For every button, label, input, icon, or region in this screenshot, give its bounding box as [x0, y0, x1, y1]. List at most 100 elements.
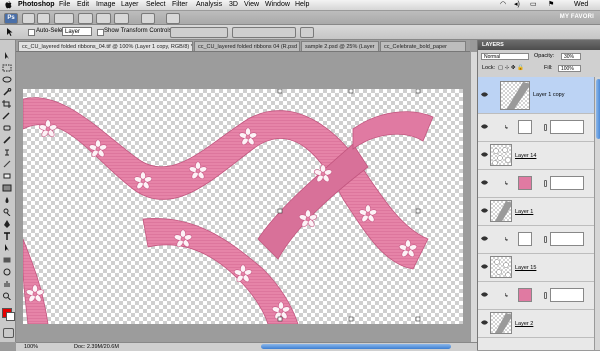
- mask-link-icon[interactable]: [544, 236, 547, 243]
- move-tool-preset-icon[interactable]: [5, 27, 15, 37]
- layer-mask-thumbnail[interactable]: [550, 120, 584, 134]
- menu-image[interactable]: Image: [96, 1, 115, 9]
- battery-icon[interactable]: ▭: [530, 1, 537, 9]
- arrange-documents-icon[interactable]: [141, 13, 155, 24]
- menu-help[interactable]: Help: [295, 1, 309, 9]
- menu-view[interactable]: View: [244, 1, 259, 9]
- menu-window[interactable]: Window: [265, 1, 290, 9]
- tab-document-4[interactable]: cc_Celebrate_bold_paper: [380, 41, 466, 51]
- zoom-tool-icon[interactable]: [2, 292, 12, 300]
- layer-mask-thumbnail[interactable]: [550, 232, 584, 246]
- layer-mask-thumbnail[interactable]: [550, 288, 584, 302]
- workspace-switcher[interactable]: MY FAVORI: [560, 14, 594, 20]
- layer-row[interactable]: ↳: [478, 282, 594, 310]
- show-transform-checkbox[interactable]: [97, 29, 104, 36]
- zoom-tool-icon[interactable]: [96, 13, 111, 24]
- pen-tool-icon[interactable]: [2, 220, 12, 228]
- rotate-view-icon[interactable]: [114, 13, 129, 24]
- layers-scroll-thumb[interactable]: [596, 79, 600, 139]
- tab-document-3[interactable]: sample 2.psd @ 25% (Layer: [301, 41, 379, 51]
- visibility-eye-icon[interactable]: [481, 92, 488, 97]
- brush-tool-icon[interactable]: [2, 136, 12, 144]
- path-selection-tool-icon[interactable]: [2, 244, 12, 252]
- layer-name[interactable]: Layer 14: [515, 153, 536, 159]
- menu-filter[interactable]: Filter: [172, 1, 188, 9]
- wifi-icon[interactable]: ◠: [500, 1, 506, 9]
- zoom-level-menu[interactable]: [54, 13, 74, 24]
- layer-row[interactable]: ↳: [478, 226, 594, 254]
- distribute-buttons[interactable]: [232, 27, 296, 38]
- lock-pixels-icon[interactable]: ▢ ⊹ ✥ 🔒: [498, 64, 524, 72]
- visibility-eye-icon[interactable]: [481, 320, 488, 325]
- eyedropper-tool-icon[interactable]: [2, 112, 12, 120]
- hand-tool-icon[interactable]: [78, 13, 93, 24]
- flag-icon[interactable]: ⚑: [548, 1, 554, 9]
- opacity-field[interactable]: 30%: [561, 53, 581, 60]
- shape-tool-icon[interactable]: [2, 256, 12, 264]
- 3d-rotate-tool-icon[interactable]: [2, 268, 12, 276]
- mask-link-icon[interactable]: [544, 124, 547, 131]
- layer-row[interactable]: ↳: [478, 114, 594, 142]
- menu-file[interactable]: File: [59, 1, 70, 9]
- menu-analysis[interactable]: Analysis: [196, 1, 222, 9]
- layer-row[interactable]: Layer 15: [478, 254, 594, 282]
- layer-name[interactable]: Layer 2: [515, 321, 533, 327]
- layer-row[interactable]: ↳: [478, 170, 594, 198]
- layers-scrollbar[interactable]: [594, 77, 600, 350]
- menu-clock[interactable]: Wed: [574, 1, 588, 9]
- layer-name[interactable]: Layer 1 copy: [533, 92, 565, 98]
- background-color-swatch[interactable]: [6, 312, 15, 321]
- crop-tool-icon[interactable]: [2, 100, 12, 108]
- layer-row[interactable]: Layer 14: [478, 142, 594, 170]
- screen-mode-icon[interactable]: [166, 13, 180, 24]
- layer-name[interactable]: Layer 15: [515, 265, 536, 271]
- align-buttons[interactable]: [170, 27, 228, 38]
- clone-stamp-tool-icon[interactable]: [2, 148, 12, 156]
- eraser-tool-icon[interactable]: [2, 172, 12, 180]
- healing-brush-tool-icon[interactable]: [2, 124, 12, 132]
- dodge-tool-icon[interactable]: [2, 208, 12, 216]
- type-tool-icon[interactable]: [2, 232, 12, 240]
- blur-tool-icon[interactable]: [2, 196, 12, 204]
- marquee-tool-icon[interactable]: [2, 64, 12, 72]
- layer-mask-thumbnail[interactable]: [550, 176, 584, 190]
- bridge-icon[interactable]: [22, 13, 35, 24]
- layers-panel-title[interactable]: LAYERS: [482, 41, 504, 49]
- lasso-tool-icon[interactable]: [2, 76, 12, 84]
- mask-link-icon[interactable]: [544, 292, 547, 299]
- menu-layer[interactable]: Layer: [121, 1, 139, 9]
- auto-select-dropdown[interactable]: Layer: [62, 27, 92, 36]
- hand-tool-icon[interactable]: [2, 280, 12, 288]
- tab-document-active[interactable]: cc_CU_layered folded ribbons_04.tif @ 10…: [18, 41, 193, 51]
- visibility-eye-icon[interactable]: [481, 180, 488, 185]
- history-brush-tool-icon[interactable]: [2, 160, 12, 168]
- visibility-eye-icon[interactable]: [481, 264, 488, 269]
- canvas-horizontal-scrollbar[interactable]: [261, 344, 451, 349]
- quick-mask-icon[interactable]: [3, 328, 14, 338]
- ps-logo-icon[interactable]: Ps: [4, 13, 18, 24]
- apple-icon[interactable]: [5, 1, 12, 9]
- visibility-eye-icon[interactable]: [481, 208, 488, 213]
- volume-icon[interactable]: ◂): [514, 1, 520, 9]
- menu-3d[interactable]: 3D: [229, 1, 238, 9]
- layer-row[interactable]: Layer 2: [478, 310, 594, 338]
- menu-edit[interactable]: Edit: [77, 1, 89, 9]
- visibility-eye-icon[interactable]: [481, 124, 488, 129]
- visibility-eye-icon[interactable]: [481, 152, 488, 157]
- tab-document-2[interactable]: cc_CU_layered folded ribbons 04 (R.psd: [194, 41, 300, 51]
- blend-mode-dropdown[interactable]: Normal: [481, 53, 529, 60]
- visibility-eye-icon[interactable]: [481, 292, 488, 297]
- mask-link-icon[interactable]: [544, 180, 547, 187]
- canvas[interactable]: [23, 89, 463, 324]
- fill-field[interactable]: 100%: [558, 65, 581, 72]
- move-tool-icon[interactable]: [2, 52, 12, 60]
- auto-align-button[interactable]: [300, 27, 314, 38]
- menu-app-name[interactable]: Photoshop: [18, 1, 55, 9]
- menu-select[interactable]: Select: [146, 1, 165, 9]
- mini-bridge-icon[interactable]: [37, 13, 50, 24]
- quick-select-tool-icon[interactable]: [2, 88, 12, 96]
- gradient-tool-icon[interactable]: [2, 184, 12, 192]
- layer-row[interactable]: Layer 1: [478, 198, 594, 226]
- layer-name[interactable]: Layer 1: [515, 209, 533, 215]
- visibility-eye-icon[interactable]: [481, 236, 488, 241]
